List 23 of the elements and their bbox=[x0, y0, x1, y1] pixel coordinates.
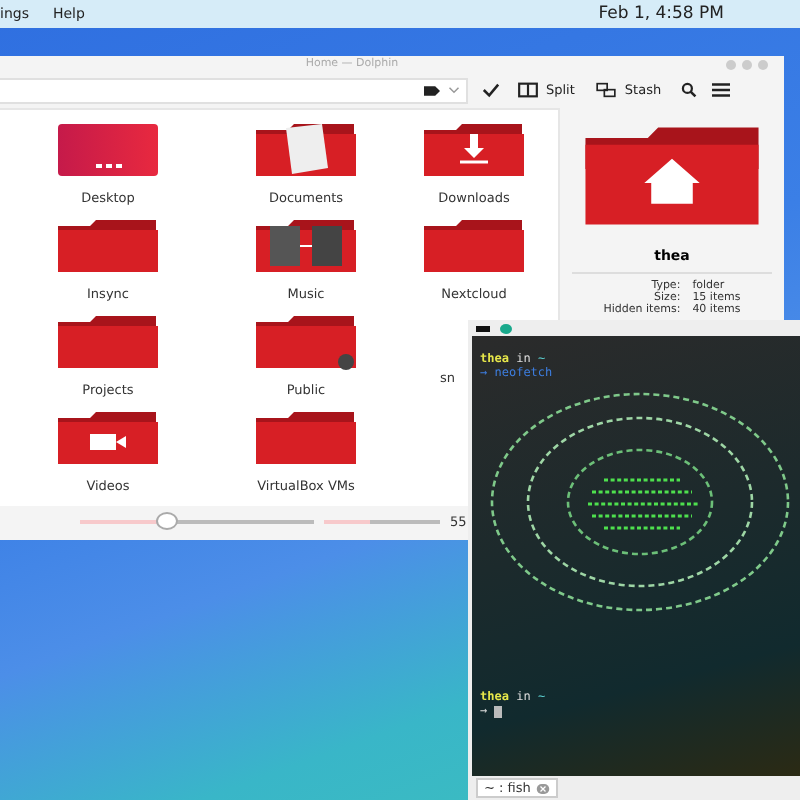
document-folder-icon[interactable] bbox=[254, 121, 358, 178]
clock[interactable]: Feb 1, 4:58 PM bbox=[598, 4, 724, 24]
folder-icon[interactable] bbox=[254, 409, 358, 466]
home-folder-icon bbox=[582, 123, 762, 228]
shared-folder-icon[interactable] bbox=[254, 313, 358, 370]
tag-icon bbox=[424, 85, 440, 96]
desktop-folder-icon[interactable] bbox=[56, 121, 160, 178]
caret-icon bbox=[448, 86, 460, 95]
video-folder-icon[interactable] bbox=[56, 409, 160, 466]
stash-icon bbox=[596, 82, 617, 99]
checkmark-icon[interactable] bbox=[482, 82, 500, 99]
split-view-icon bbox=[518, 82, 538, 99]
folder-icon[interactable] bbox=[56, 313, 160, 370]
folder-with-photos-icon[interactable] bbox=[254, 217, 358, 274]
slider-thumb[interactable] bbox=[156, 512, 179, 531]
search-icon[interactable] bbox=[679, 82, 698, 99]
close-tab-icon[interactable] bbox=[536, 783, 551, 793]
free-space-bar bbox=[324, 520, 440, 525]
folder-icon[interactable] bbox=[422, 217, 526, 274]
menu-icon[interactable] bbox=[711, 82, 730, 99]
folder-icon[interactable] bbox=[56, 217, 160, 274]
text-cursor bbox=[493, 705, 502, 717]
download-folder-icon[interactable] bbox=[422, 121, 526, 178]
